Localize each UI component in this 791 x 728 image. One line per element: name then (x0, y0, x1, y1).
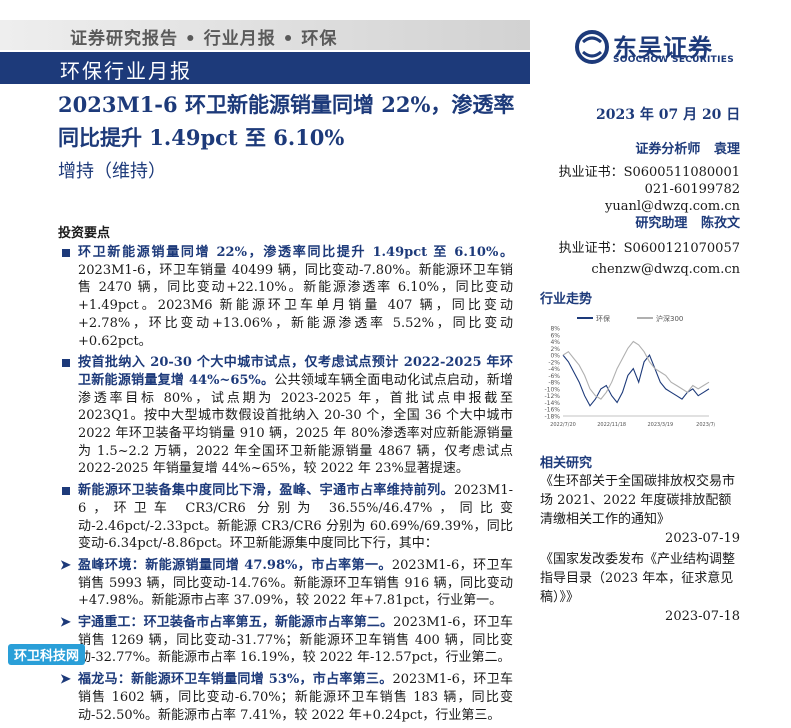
point-3-lead: 新能源环卫装备集中度同比下滑，盈峰、宇通市占率维持前列。 (78, 483, 454, 499)
analyst-2-name: 陈孜文 (700, 216, 740, 231)
point-1: 环卫新能源销量同增 22%，渗透率同比提升 1.49pct 至 6.10%。 20… (58, 244, 513, 350)
arrow-bullet-icon: ➤ (60, 615, 71, 631)
industry-trend-chart: 环保 沪深3008%6%4%2%0%-2%-4%-6%-8%-10%-12%-14… (544, 314, 715, 428)
related-item-2[interactable]: 《国家发改委发布《产业结构调整指导目录（2023 年本，征求意见稿）》》 202… (540, 550, 740, 626)
analyst-1-license: 执业证书：S0600511080001 (558, 165, 740, 180)
series-line-沪深300 (562, 340, 710, 400)
point-3: 新能源环卫装备集中度同比下滑，盈峰、宇通市占率维持前列。2023M1-6，环卫车… (58, 482, 513, 553)
analyst-1-heading: 证券分析师 袁理 (540, 138, 740, 157)
point-1-body: 2023M1-6，环卫车销量 40499 辆，同比变动-7.80%。新能源环卫车… (78, 262, 513, 349)
analyst-1: 证券分析师 袁理 执业证书：S0600511080001 021-6019978… (540, 138, 740, 214)
legend-label: 沪深300 (656, 314, 683, 323)
report-type: 环保行业月报 (60, 59, 192, 83)
x-tick-label: 2022/11/18 (597, 422, 626, 428)
series-line-环保 (562, 354, 710, 407)
analyst-2-role: 研究助理 (635, 216, 688, 231)
sub-point-2: ➤ 宇通重工：环卫装备市占率第五，新能源市占率第二。2023M1-6，环卫车销售… (58, 614, 513, 667)
analyst-1-name: 袁理 (713, 142, 740, 157)
related-item-1-title[interactable]: 《生环部关于全国碳排放权交易市场 2021、2022 年度碳排放配额清缴相关工作… (540, 472, 740, 529)
rating: 增持（维持） (58, 161, 166, 182)
watermark-logo: 环卫科技网 (8, 644, 86, 665)
point-2: 按首批纳入 20-30 个大中城市试点，仅考虑试点预计 2022-2025 年环… (58, 354, 513, 478)
related-title: 相关研究 (540, 456, 593, 471)
invest-points-body: 环卫新能源销量同增 22%，渗透率同比提升 1.49pct 至 6.10%。 20… (58, 244, 513, 728)
soochow-logo: 东吴证券 SOOCHOW SECURITIES (575, 28, 755, 70)
sub-point-1-lead: 盈峰环境：新能源销量同增 47.98%，市占率第一。 (78, 557, 392, 573)
analyst-1-role: 证券分析师 (635, 142, 701, 157)
related-item-2-date: 2023-07-18 (665, 609, 740, 624)
analyst-2-email[interactable]: chenzw@dwzq.com.cn (540, 262, 740, 277)
analyst-2: 研究助理 陈孜文 执业证书：S0600121070057 chenzw@dwzq… (540, 212, 740, 277)
point-1-lead: 环卫新能源销量同增 22%，渗透率同比提升 1.49pct 至 6.10%。 (78, 245, 513, 260)
point-2-body: 公共领域车辆全面电动化试点启动，新增渗透率目标 80%，试点期为 2023-20… (78, 372, 513, 477)
related-item-1-date: 2023-07-19 (665, 531, 740, 546)
report-title: 2023M1-6 环卫新能源销量同增 22%，渗透率同比提升 1.49pct 至… (58, 92, 515, 150)
invest-points-title: 投资要点 (58, 226, 111, 241)
related-item-1[interactable]: 《生环部关于全国碳排放权交易市场 2021、2022 年度碳排放配额清缴相关工作… (540, 472, 740, 548)
related-item-2-title[interactable]: 《国家发改委发布《产业结构调整指导目录（2023 年本，征求意见稿）》》 (540, 550, 740, 607)
square-bullet-icon (62, 487, 70, 496)
arrow-bullet-icon: ➤ (60, 672, 71, 688)
square-bullet-icon (62, 249, 70, 257)
analyst-1-phone: 021-60199782 (644, 182, 740, 197)
sub-point-2-lead: 宇通重工：环卫装备市占率第五，新能源市占率第二。 (78, 615, 394, 631)
report-date: 2023 年 07 月 20 日 (596, 107, 741, 123)
soochow-logo-mark-icon (575, 30, 609, 64)
analyst-2-license: 执业证书：S0600121070057 (558, 241, 740, 256)
logo-text-en: SOOCHOW SECURITIES (613, 55, 734, 65)
sub-point-3: ➤ 福龙马：新能源环卫车销量同增 53%，市占率第三。2023M1-6，环卫车销… (58, 671, 513, 724)
square-bullet-icon (62, 359, 70, 368)
y-tick-label: -18% (544, 414, 560, 421)
analyst-2-heading: 研究助理 陈孜文 (540, 212, 740, 231)
x-tick-label: 2023/3/19 (648, 422, 674, 428)
chart-title: 行业走势 (540, 292, 593, 307)
sub-point-3-lead: 福龙马：新能源环卫车销量同增 53%，市占率第三。 (78, 672, 393, 688)
arrow-bullet-icon: ➤ (60, 557, 71, 573)
legend-label: 环保 (596, 314, 610, 323)
x-tick-label: 2022/7/20 (550, 422, 576, 428)
sub-point-1: ➤ 盈峰环境：新能源销量同增 47.98%，市占率第一。2023M1-6，环卫车… (58, 557, 513, 610)
x-tick-label: 2023/7/18 (696, 422, 715, 428)
breadcrumb: 证券研究报告 • 行业月报 • 环保 (70, 29, 338, 49)
